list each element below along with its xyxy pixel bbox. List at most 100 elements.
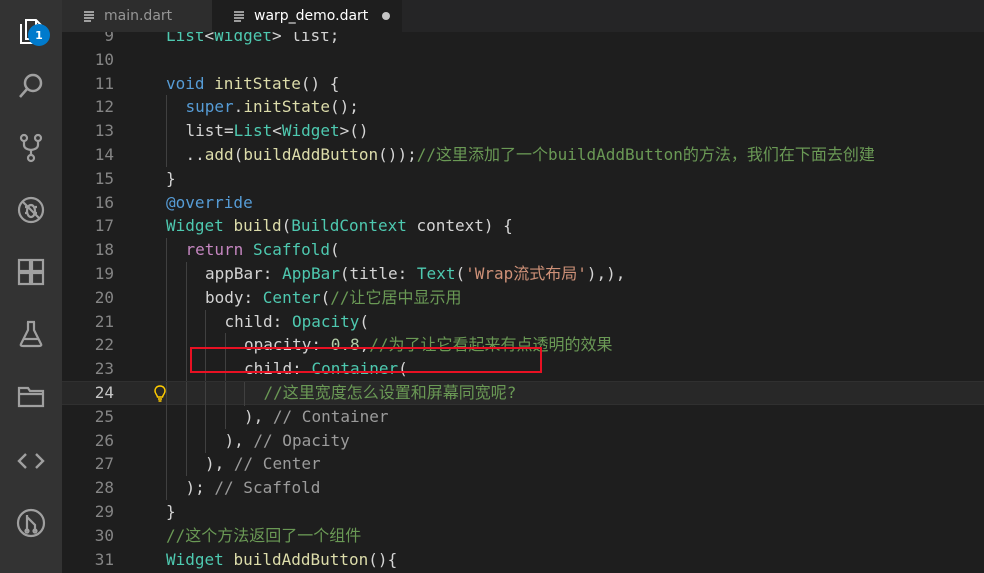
code-text: Widget build(BuildContext context) { xyxy=(166,214,513,238)
code-token: context) { xyxy=(406,216,513,236)
code-token: buildAddButton xyxy=(233,549,369,569)
indent-guide xyxy=(166,262,167,286)
activity-bar: 1 xyxy=(0,0,62,573)
tab-label: warp_demo.dart xyxy=(254,8,369,24)
indent-guide xyxy=(205,428,206,453)
indent-guide xyxy=(185,333,187,358)
code-token: (); xyxy=(330,97,359,117)
code-token: Center xyxy=(262,287,321,307)
code-token: ), xyxy=(205,454,234,474)
code-line[interactable]: 9 List<Widget> list; xyxy=(62,32,984,48)
code-line[interactable]: 21 child: Opacity( xyxy=(62,309,984,334)
code-text: child: Opacity( xyxy=(225,310,370,334)
extensions-icon[interactable] xyxy=(0,241,62,303)
folder-icon[interactable] xyxy=(0,365,62,427)
code-token: (){ xyxy=(368,549,398,569)
flask-icon[interactable] xyxy=(0,303,62,365)
line-number: 18 xyxy=(94,240,114,260)
code-token: ( xyxy=(233,145,244,164)
annotation-highlight-box xyxy=(190,347,542,373)
line-number: 12 xyxy=(94,97,114,117)
code-token: 'Wrap流式布局' xyxy=(465,264,587,283)
source-control-icon[interactable] xyxy=(0,117,62,179)
code-token: ()); xyxy=(378,145,417,164)
tab-warp-demo-dart[interactable]: warp_demo.dart xyxy=(212,0,402,32)
code-token: // Scaffold xyxy=(214,478,321,498)
code-line[interactable]: 26), // Opacity xyxy=(62,428,984,453)
indent-guide xyxy=(185,357,187,382)
line-number: 14 xyxy=(94,145,114,164)
indent-guide xyxy=(224,382,226,406)
indent-guide xyxy=(185,382,187,406)
line-number: 23 xyxy=(94,359,114,379)
indent-guide xyxy=(166,333,167,358)
code-line[interactable]: 14 ..add(buildAddButton());//这里添加了一个build… xyxy=(62,143,984,167)
code-line[interactable]: 18 return Scaffold( xyxy=(62,238,984,263)
code-line[interactable]: 24 //这里宽度怎么设置和屏幕同宽呢? xyxy=(62,381,984,406)
code-line[interactable]: 10 xyxy=(62,48,984,72)
indent-guide xyxy=(166,382,167,406)
code-token: list= xyxy=(185,121,234,141)
code-token: ( xyxy=(320,287,331,307)
lightbulb-icon[interactable] xyxy=(154,385,166,403)
code-line[interactable]: 17 Widget build(BuildContext context) { xyxy=(62,214,984,238)
code-token: .. xyxy=(185,145,205,164)
code-token: ( xyxy=(455,264,466,283)
tab-main-dart[interactable]: main.dart xyxy=(62,0,213,32)
indent-guide xyxy=(166,357,167,382)
code-token: ( xyxy=(359,311,370,331)
code-line[interactable]: 30 //这个方法返回了一个组件 xyxy=(62,524,984,548)
code-line[interactable]: 13 list=List<Widget>() xyxy=(62,119,984,144)
code-token: ), xyxy=(244,406,273,426)
debug-icon[interactable] xyxy=(0,179,62,241)
indent-guide xyxy=(166,404,167,429)
code-token: // Container xyxy=(272,406,389,426)
code-line[interactable]: 19 appBar: AppBar(title: Text('Wrap流式布局')… xyxy=(62,262,984,286)
code-token: @override xyxy=(166,192,253,212)
code-line[interactable]: 29} xyxy=(62,500,984,524)
code-text: //这个方法返回了一个组件 xyxy=(166,524,361,548)
code-editor[interactable]: 9 List<Widget> list; 10 11 void initState() … xyxy=(62,32,984,573)
line-number: 22 xyxy=(94,335,114,355)
code-line[interactable]: 16 @override xyxy=(62,191,984,215)
code-token: void xyxy=(166,73,205,93)
explorer-icon[interactable]: 1 xyxy=(0,0,62,62)
code-token: Opacity xyxy=(291,311,360,331)
code-text: ), // Center xyxy=(205,452,321,476)
code-token: ); xyxy=(185,478,215,498)
code-token: initState xyxy=(214,73,301,93)
code-line[interactable]: 15} xyxy=(62,167,984,191)
code-line[interactable]: 27), // Center xyxy=(62,452,984,477)
code-text: return Scaffold( xyxy=(186,238,340,262)
code-token: > list; xyxy=(271,32,340,45)
indent-guide xyxy=(185,452,187,477)
git-graph-icon[interactable] xyxy=(0,492,62,554)
code-token: child: xyxy=(224,311,292,331)
line-number: 21 xyxy=(94,311,114,331)
code-text: //这里宽度怎么设置和屏幕同宽呢? xyxy=(264,382,517,404)
code-text: list=List<Widget>() xyxy=(186,119,369,143)
search-icon[interactable] xyxy=(0,55,62,117)
code-token: BuildContext xyxy=(291,216,407,236)
code-line[interactable]: 11 void initState() { xyxy=(62,72,984,96)
indent-guide xyxy=(166,428,167,453)
line-number: 15 xyxy=(94,168,114,188)
code-line[interactable]: 20 body: Center(//让它居中显示用 xyxy=(62,285,984,310)
code-token: return xyxy=(185,240,244,260)
code-line[interactable]: 31 Widget buildAddButton(){ xyxy=(62,548,984,572)
line-number: 13 xyxy=(94,121,114,141)
line-number: 29 xyxy=(94,502,114,521)
code-line[interactable]: 28); // Scaffold xyxy=(62,476,984,501)
code-line[interactable]: 12 super.initState(); xyxy=(62,95,984,120)
tab-label: main.dart xyxy=(104,8,173,24)
indent-guide xyxy=(166,309,167,334)
file-lines-icon xyxy=(84,11,94,22)
line-number: 10 xyxy=(94,49,114,69)
code-brackets-icon[interactable] xyxy=(0,430,62,492)
code-token: () { xyxy=(300,73,340,93)
unsaved-dot-icon[interactable] xyxy=(382,12,391,20)
code-line[interactable]: 25), // Container xyxy=(62,404,984,429)
indent-guide xyxy=(185,285,187,310)
indent-guide xyxy=(185,262,187,286)
